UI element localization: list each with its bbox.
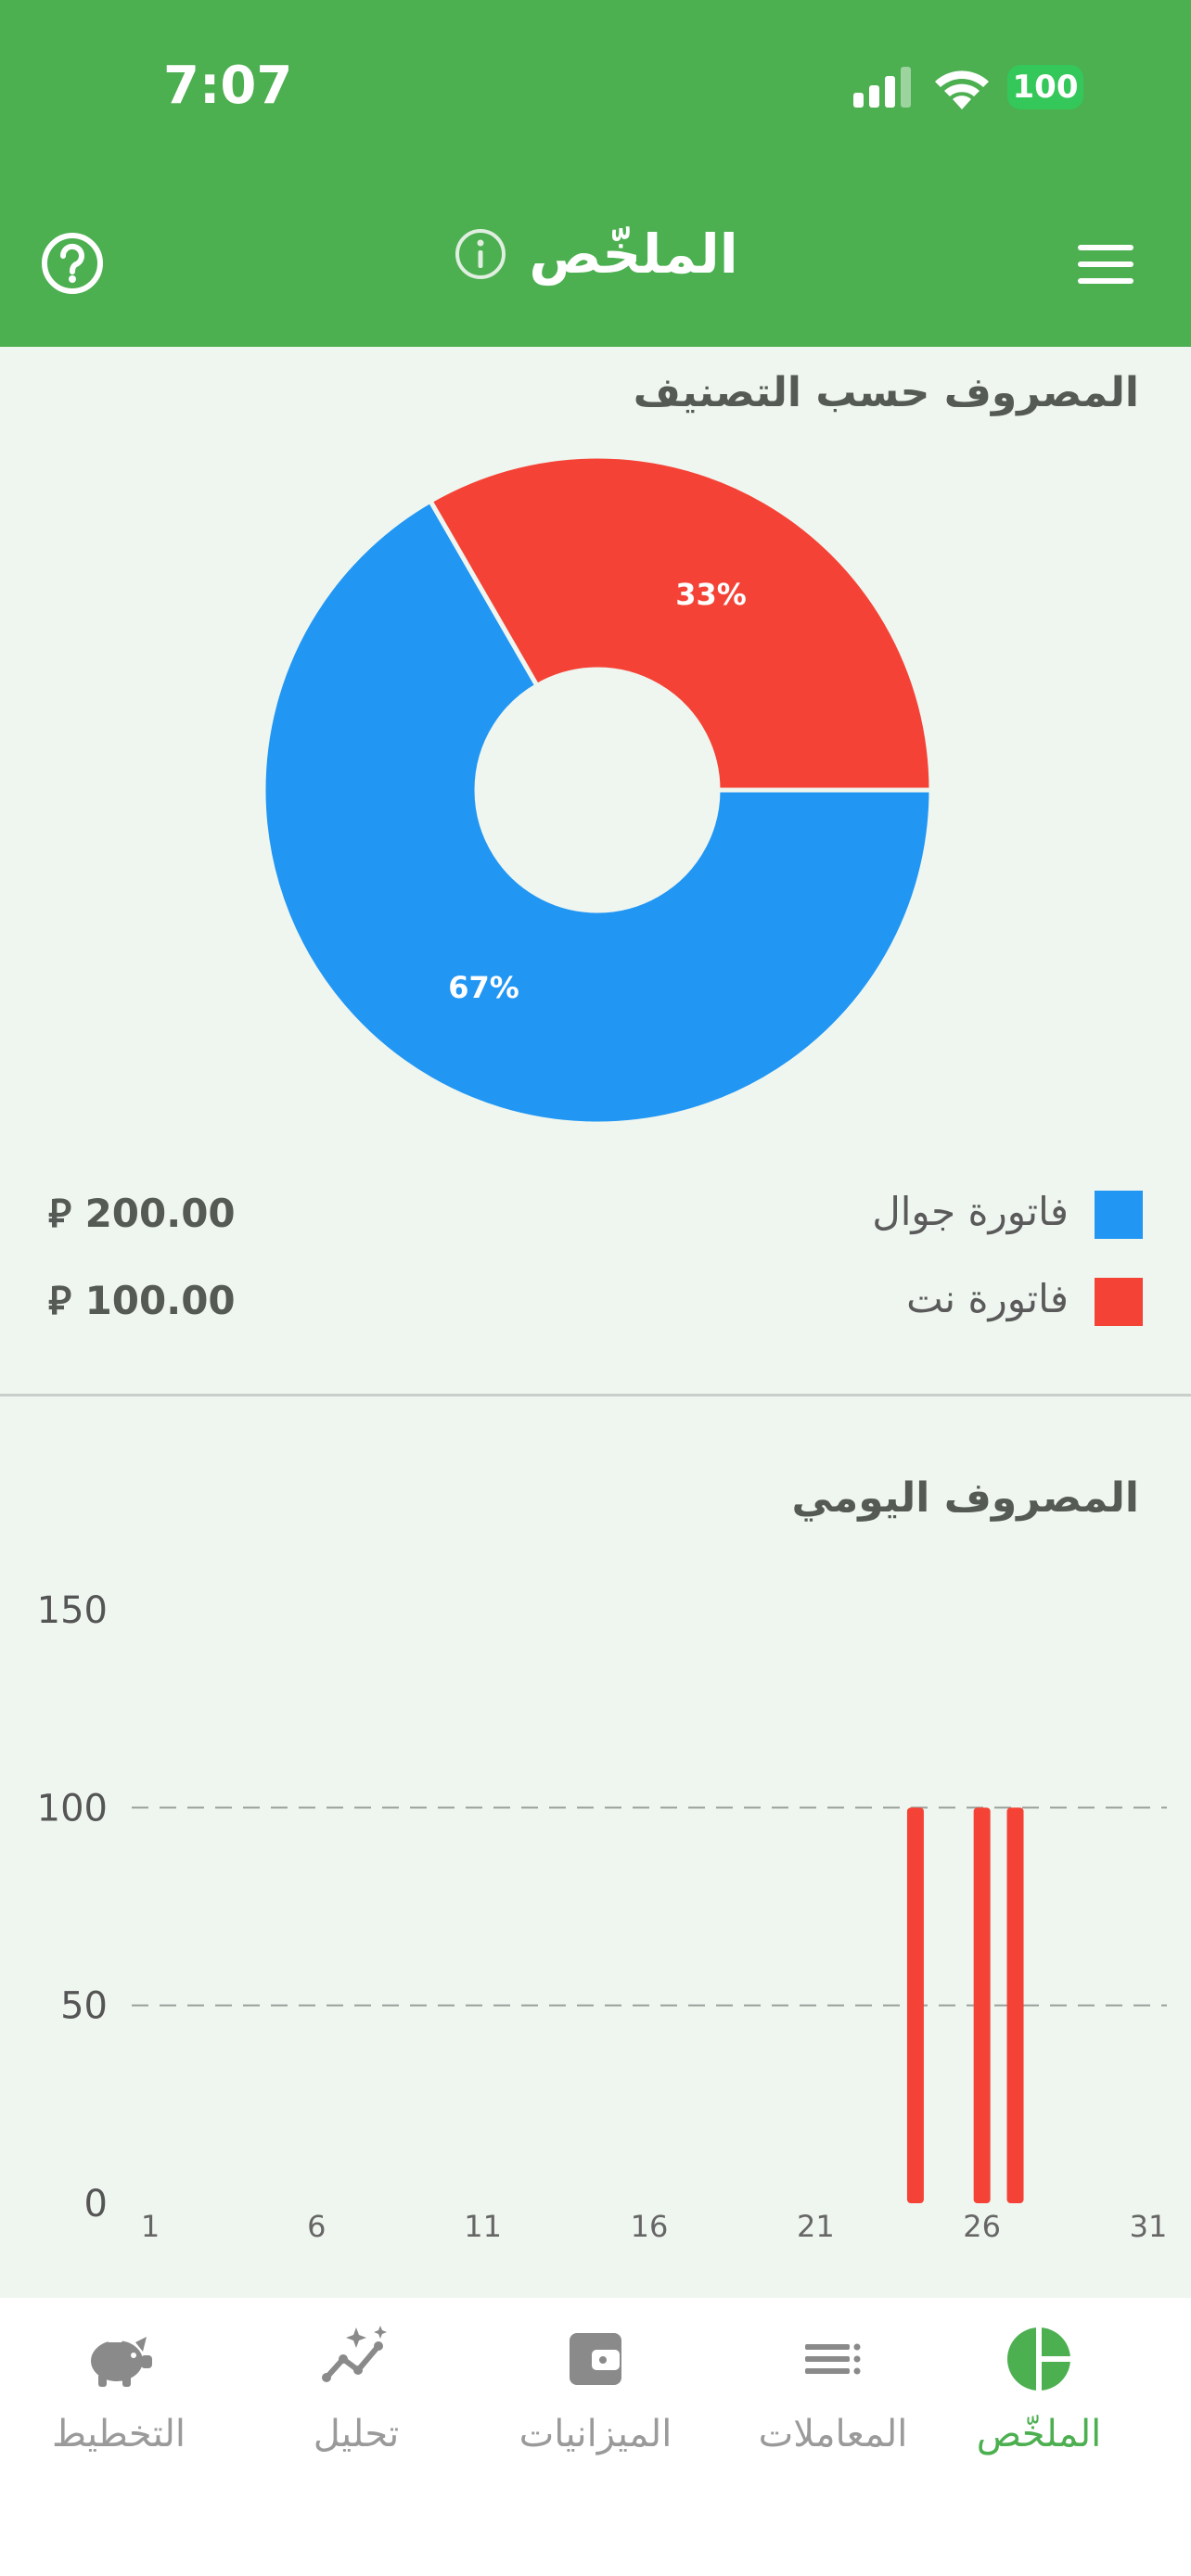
legend-item: فاتورة نت ⃁ 100.00 xyxy=(0,1274,1191,1330)
tab-transactions[interactable]: المعاملات xyxy=(722,2322,944,2470)
y-tick-label: 0 xyxy=(84,2183,108,2225)
daily-bar[interactable] xyxy=(973,1807,991,2203)
riyal-currency-icon: ⃁ xyxy=(48,1278,71,1323)
tab-budgets[interactable]: الميزانيات xyxy=(484,2322,707,2470)
wallet-icon xyxy=(570,2333,621,2385)
legend-item: فاتورة جوال ⃁ 200.00 xyxy=(0,1187,1191,1243)
list-icon xyxy=(805,2343,861,2375)
menu-icon[interactable] xyxy=(1076,239,1135,289)
tab-label: الملخّص xyxy=(976,2413,1102,2455)
x-tick-label: 21 xyxy=(797,2209,835,2244)
pie-percent-label: 67% xyxy=(448,970,519,1005)
daily-bar[interactable] xyxy=(1006,1807,1024,2203)
pie-slice[interactable] xyxy=(427,453,934,793)
pie-percent-label: 33% xyxy=(675,577,747,612)
section-divider xyxy=(0,1394,1191,1396)
battery-indicator: 100 xyxy=(1007,65,1083,109)
category-donut-chart: 67% 33% xyxy=(261,453,934,1127)
x-tick-label: 1 xyxy=(141,2209,160,2244)
tab-analysis[interactable]: تحليل xyxy=(245,2322,467,2470)
legend-swatch-blue xyxy=(1095,1191,1143,1239)
pie-chart-title: المصروف حسب التصنيف xyxy=(633,369,1139,416)
y-tick-label: 50 xyxy=(60,1985,108,2028)
page-title: الملخّص xyxy=(529,223,738,286)
status-time: 7:07 xyxy=(163,56,293,116)
tab-label: تحليل xyxy=(313,2413,400,2455)
pie-chart-icon xyxy=(1007,2326,1072,2392)
header-title-group: الملخّص xyxy=(0,223,1191,286)
bar-chart-title: المصروف اليومي xyxy=(791,1474,1139,1522)
trend-icon xyxy=(322,2326,387,2382)
tab-summary[interactable]: الملخّص xyxy=(928,2322,1150,2470)
x-tick-label: 16 xyxy=(631,2209,669,2244)
tab-label: المعاملات xyxy=(758,2413,908,2455)
piggy-bank-icon xyxy=(91,2337,152,2387)
tab-label: التخطيط xyxy=(51,2413,186,2455)
tab-planning[interactable]: التخطيط xyxy=(7,2322,230,2470)
daily-spend-bar-chart: 0501001501 6 11 16 21 26 31 xyxy=(37,1589,1168,2244)
riyal-currency-icon: ⃁ xyxy=(48,1191,71,1236)
daily-bar[interactable] xyxy=(906,1807,924,2203)
legend-label: فاتورة جوال xyxy=(872,1189,1069,1234)
legend-amount: ⃁ 200.00 xyxy=(48,1191,236,1236)
x-tick-label: 26 xyxy=(963,2209,1001,2244)
x-tick-label: 6 xyxy=(307,2209,326,2244)
bottom-tab-bar: الملخّص المعاملات الميزانيات تحليل التخط… xyxy=(0,2298,1191,2576)
legend-amount: ⃁ 100.00 xyxy=(48,1278,236,1323)
y-tick-label: 100 xyxy=(37,1787,108,1830)
app-header: 7:07 100 الملخّص xyxy=(0,0,1191,347)
legend-swatch-red xyxy=(1095,1278,1143,1326)
info-icon[interactable] xyxy=(453,226,508,282)
x-tick-label: 11 xyxy=(464,2209,502,2244)
x-tick-label: 31 xyxy=(1130,2209,1168,2244)
tab-label: الميزانيات xyxy=(519,2413,672,2455)
wifi-icon xyxy=(935,70,989,109)
legend-label: فاتورة نت xyxy=(906,1276,1069,1321)
cellular-signal-icon xyxy=(853,67,911,108)
y-tick-label: 150 xyxy=(37,1589,108,1632)
